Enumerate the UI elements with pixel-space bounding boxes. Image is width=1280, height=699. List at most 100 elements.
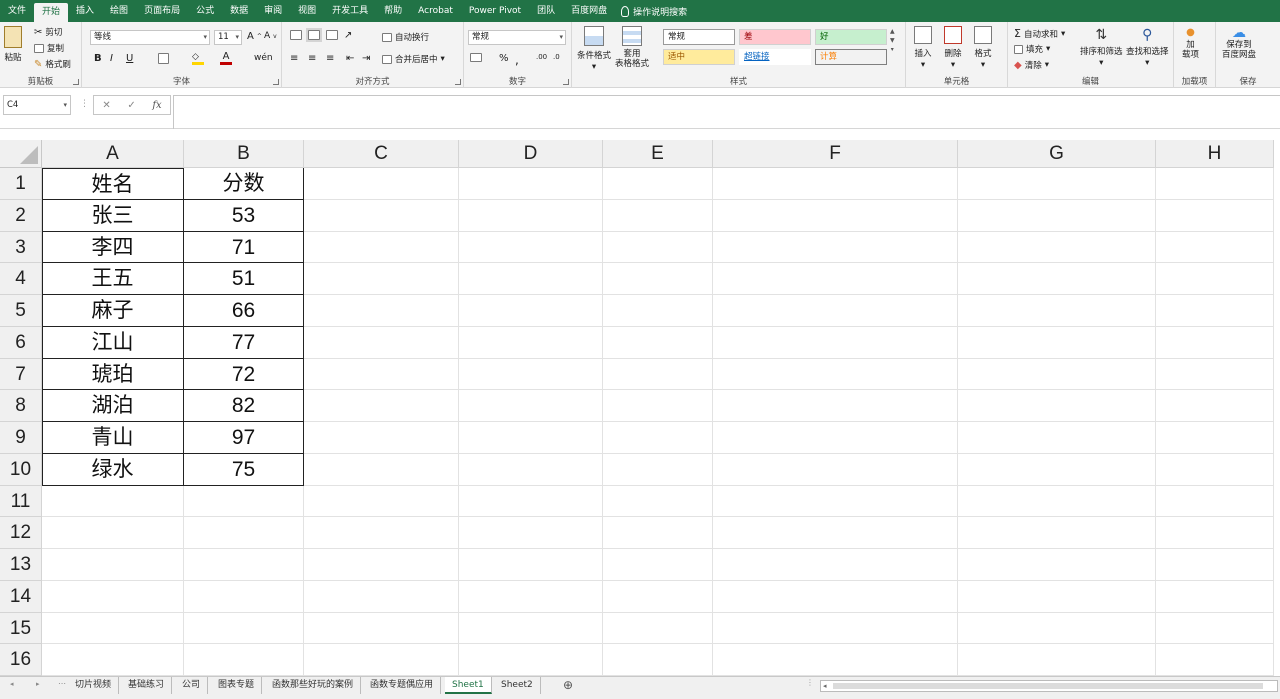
find-select-button[interactable]: ⚲ 查找和选择 ▾ xyxy=(1126,26,1169,68)
cell-h2[interactable] xyxy=(1156,199,1274,232)
column-header-a[interactable]: A xyxy=(42,140,184,168)
enter-icon[interactable]: ✓ xyxy=(127,100,135,111)
cell-b1[interactable]: 分数 xyxy=(184,168,304,200)
bottom-align-button[interactable] xyxy=(326,30,338,40)
cell-b15[interactable] xyxy=(184,612,304,645)
row-header-15[interactable]: 15 xyxy=(0,612,42,645)
cell-c6[interactable] xyxy=(304,326,459,359)
cell-d6[interactable] xyxy=(459,326,603,359)
cell-d5[interactable] xyxy=(459,295,603,327)
cell-c7[interactable] xyxy=(304,358,459,391)
cell-h1[interactable] xyxy=(1156,168,1274,200)
tab-insert[interactable]: 插入 xyxy=(68,0,102,22)
cell-f3[interactable] xyxy=(713,231,958,264)
cell-e7[interactable] xyxy=(603,358,713,391)
row-header-4[interactable]: 4 xyxy=(0,263,42,295)
currency-button[interactable] xyxy=(470,53,482,62)
cell-h13[interactable] xyxy=(1156,549,1274,581)
cell-e12[interactable] xyxy=(603,517,713,549)
cell-f15[interactable] xyxy=(713,612,958,645)
cell-f7[interactable] xyxy=(713,358,958,391)
shrink-font-button[interactable]: Av xyxy=(264,31,277,41)
cell-g15[interactable] xyxy=(958,612,1156,645)
row-header-8[interactable]: 8 xyxy=(0,390,42,422)
cell-b11[interactable] xyxy=(184,485,304,518)
cell-g7[interactable] xyxy=(958,358,1156,391)
cell-e9[interactable] xyxy=(603,422,713,454)
wrap-text-button[interactable]: 自动换行 xyxy=(382,31,429,43)
row-header-12[interactable]: 12 xyxy=(0,517,42,549)
sheet-tab[interactable]: 切片视频 xyxy=(68,677,120,694)
cell-e2[interactable] xyxy=(603,199,713,232)
name-box[interactable]: C4 ▾ xyxy=(3,95,71,115)
cell-e6[interactable] xyxy=(603,326,713,359)
align-right-button[interactable]: ≡ xyxy=(326,53,334,64)
cell-g8[interactable] xyxy=(958,390,1156,422)
cell-h3[interactable] xyxy=(1156,231,1274,264)
row-header-9[interactable]: 9 xyxy=(0,422,42,454)
cell-f4[interactable] xyxy=(713,263,958,295)
cell-d7[interactable] xyxy=(459,358,603,391)
cell-b4[interactable]: 51 xyxy=(184,263,304,295)
font-size-select[interactable]: 11 ▾ xyxy=(214,30,242,45)
cell-f14[interactable] xyxy=(713,580,958,613)
cell-e16[interactable] xyxy=(603,644,713,676)
cell-b8[interactable]: 82 xyxy=(184,390,304,422)
tab-help[interactable]: 帮助 xyxy=(376,0,410,22)
prev-sheet-icon[interactable]: ◂ xyxy=(10,680,14,688)
cell-g14[interactable] xyxy=(958,580,1156,613)
sheet-tab[interactable]: 函数那些好玩的案例 xyxy=(265,677,362,694)
cell-d15[interactable] xyxy=(459,612,603,645)
sheet-tab[interactable]: 基础练习 xyxy=(121,677,173,694)
row-header-5[interactable]: 5 xyxy=(0,295,42,327)
cell-h9[interactable] xyxy=(1156,422,1274,454)
cell-f11[interactable] xyxy=(713,485,958,518)
tab-baidu[interactable]: 百度网盘 xyxy=(563,0,615,22)
cell-d9[interactable] xyxy=(459,422,603,454)
cell-a9[interactable]: 青山 xyxy=(42,422,184,454)
cell-h12[interactable] xyxy=(1156,517,1274,549)
column-header-g[interactable]: G xyxy=(958,140,1156,168)
cell-c3[interactable] xyxy=(304,231,459,264)
paste-button[interactable]: 粘贴 xyxy=(4,26,22,63)
cell-f10[interactable] xyxy=(713,453,958,486)
cell-b5[interactable]: 66 xyxy=(184,295,304,327)
row-header-2[interactable]: 2 xyxy=(0,199,42,232)
cell-g12[interactable] xyxy=(958,517,1156,549)
cell-f8[interactable] xyxy=(713,390,958,422)
percent-button[interactable]: % xyxy=(499,53,509,64)
cell-d12[interactable] xyxy=(459,517,603,549)
delete-cells-button[interactable]: 删除 ▾ xyxy=(944,26,962,70)
cell-a16[interactable] xyxy=(42,644,184,676)
row-header-13[interactable]: 13 xyxy=(0,549,42,581)
cell-b13[interactable] xyxy=(184,549,304,581)
cell-h11[interactable] xyxy=(1156,485,1274,518)
style-hyperlink[interactable]: 超链接 xyxy=(739,49,811,65)
conditional-format-button[interactable]: 条件格式 ▾ xyxy=(577,26,611,72)
increase-decimal-button[interactable]: .00 xyxy=(536,53,547,61)
tab-power-pivot[interactable]: Power Pivot xyxy=(461,0,529,22)
cell-c2[interactable] xyxy=(304,199,459,232)
number-launcher-icon[interactable] xyxy=(563,79,569,85)
sheet-tab[interactable]: 公司 xyxy=(175,677,209,694)
row-header-6[interactable]: 6 xyxy=(0,326,42,359)
save-baidu-button[interactable]: ☁ 保存到 百度网盘 xyxy=(1222,26,1256,60)
cell-d3[interactable] xyxy=(459,231,603,264)
column-header-c[interactable]: C xyxy=(304,140,459,168)
font-launcher-icon[interactable] xyxy=(273,79,279,85)
cell-c14[interactable] xyxy=(304,580,459,613)
formula-input[interactable] xyxy=(173,95,1280,129)
row-header-16[interactable]: 16 xyxy=(0,644,42,676)
cell-g4[interactable] xyxy=(958,263,1156,295)
merge-center-button[interactable]: 合并后居中 ▾ xyxy=(382,53,445,65)
cell-f1[interactable] xyxy=(713,168,958,200)
cell-f12[interactable] xyxy=(713,517,958,549)
cell-h5[interactable] xyxy=(1156,295,1274,327)
decrease-decimal-button[interactable]: .0 xyxy=(553,53,560,61)
bold-button[interactable]: B xyxy=(94,53,102,64)
cell-g13[interactable] xyxy=(958,549,1156,581)
tab-file[interactable]: 文件 xyxy=(0,0,34,22)
row-header-3[interactable]: 3 xyxy=(0,231,42,264)
column-header-d[interactable]: D xyxy=(459,140,603,168)
cell-a1[interactable]: 姓名 xyxy=(42,168,184,200)
